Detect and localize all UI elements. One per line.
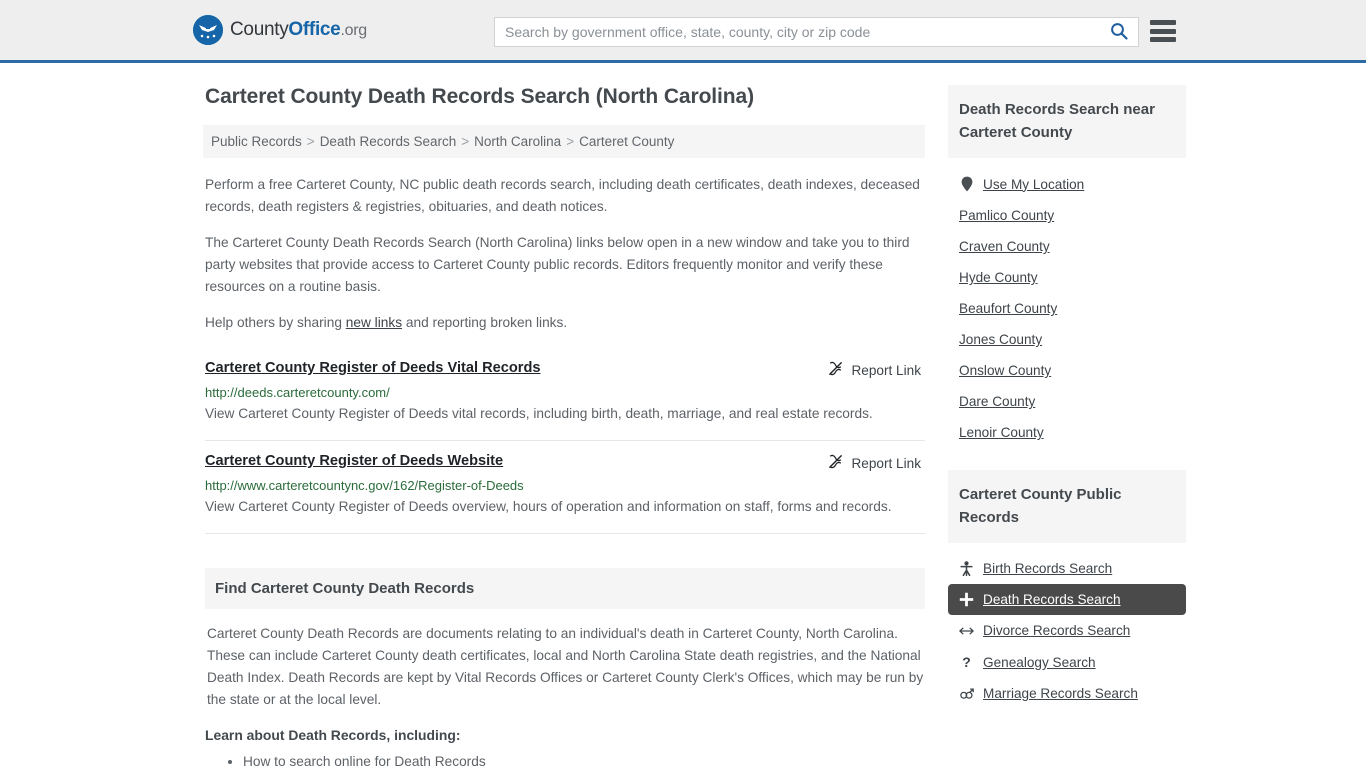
left-right-arrow-icon [959, 625, 974, 637]
section-heading-find-records: Find Carteret County Death Records [205, 568, 925, 609]
sidebar-item-county[interactable]: Jones County [948, 324, 1186, 355]
sidebar-item-genealogy-search[interactable]: ? Genealogy Search [948, 646, 1186, 678]
report-link-label: Report Link [851, 362, 921, 378]
broken-link-icon [827, 453, 844, 473]
breadcrumb-separator: > [461, 134, 470, 149]
hamburger-bar [1150, 28, 1176, 34]
logo-text-office: Office [288, 19, 341, 40]
sidebar-nearby-heading: Death Records Search near Carteret Count… [948, 85, 1186, 158]
sidebar-item-divorce-records-search[interactable]: Divorce Records Search [948, 615, 1186, 646]
sidebar-county-label[interactable]: Craven County [959, 239, 1050, 254]
help-paragraph: Help others by sharing new links and rep… [205, 312, 925, 334]
sidebar-nearby-list: Use My Location Pamlico County Craven Co… [948, 158, 1186, 448]
result-item: Carteret County Register of Deeds Vital … [205, 348, 925, 441]
sidebar-birth-records-label[interactable]: Birth Records Search [983, 561, 1112, 576]
site-header: CountyOffice.org [0, 0, 1366, 63]
breadcrumb-item-public-records[interactable]: Public Records [211, 134, 302, 149]
sidebar-item-county[interactable]: Beaufort County [948, 293, 1186, 324]
help-prefix: Help others by sharing [205, 315, 346, 330]
sidebar-county-label[interactable]: Dare County [959, 394, 1035, 409]
sidebar-item-county[interactable]: Hyde County [948, 262, 1186, 293]
male-female-symbol-icon [959, 687, 974, 701]
intro-paragraph-1: Perform a free Carteret County, NC publi… [205, 177, 920, 214]
sidebar-county-label[interactable]: Onslow County [959, 363, 1051, 378]
sidebar-item-death-records-search[interactable]: Death Records Search [948, 584, 1186, 615]
sidebar-item-county[interactable]: Onslow County [948, 355, 1186, 386]
breadcrumb-item-north-carolina[interactable]: North Carolina [474, 134, 561, 149]
sidebar-use-my-location-label[interactable]: Use My Location [983, 177, 1084, 192]
learn-about-heading: Learn about Death Records, including: [205, 727, 461, 743]
breadcrumb-item-carteret-county[interactable]: Carteret County [579, 134, 674, 149]
eagle-seal-icon [193, 15, 223, 45]
search-icon [1110, 22, 1128, 43]
sidebar-item-county[interactable]: Dare County [948, 386, 1186, 417]
sidebar-marriage-records-label[interactable]: Marriage Records Search [983, 686, 1138, 701]
main-content: Carteret County Death Records Search (No… [203, 85, 925, 768]
cross-plus-icon [959, 592, 974, 607]
sidebar-panel-nearby: Death Records Search near Carteret Count… [948, 85, 1186, 448]
page-title: Carteret County Death Records Search (No… [205, 85, 754, 108]
result-title-link[interactable]: Carteret County Register of Deeds Websit… [205, 453, 503, 469]
map-pin-icon [959, 176, 974, 192]
result-title-link[interactable]: Carteret County Register of Deeds Vital … [205, 360, 540, 376]
help-suffix: and reporting broken links. [402, 315, 568, 330]
result-description: View Carteret County Register of Deeds o… [205, 499, 892, 514]
sidebar-item-marriage-records-search[interactable]: Marriage Records Search [948, 678, 1186, 709]
sidebar-item-county[interactable]: Lenoir County [948, 417, 1186, 448]
list-item: How to search online for Death Records [243, 751, 925, 768]
section-paragraph: Carteret County Death Records are docume… [207, 626, 924, 707]
sidebar-county-label[interactable]: Jones County [959, 332, 1042, 347]
sidebar-item-county[interactable]: Craven County [948, 231, 1186, 262]
logo-wordmark: CountyOffice.org [230, 19, 367, 41]
hamburger-bar [1150, 20, 1176, 25]
breadcrumb-item-death-records-search[interactable]: Death Records Search [320, 134, 457, 149]
breadcrumb-separator: > [306, 134, 315, 149]
breadcrumb-separator: > [566, 134, 575, 149]
hamburger-bar [1150, 37, 1176, 42]
report-link-label: Report Link [851, 455, 921, 471]
learn-about-list: How to search online for Death Records [205, 751, 925, 768]
report-link-button[interactable]: Report Link [827, 453, 925, 473]
sidebar-panel-public-records: Carteret County Public Records Birth Rec… [948, 470, 1186, 709]
result-description: View Carteret County Register of Deeds v… [205, 406, 873, 421]
new-links-link[interactable]: new links [346, 315, 402, 330]
sidebar-public-records-heading: Carteret County Public Records [948, 470, 1186, 543]
result-url: http://www.carteretcountync.gov/162/Regi… [205, 478, 524, 493]
sidebar-divorce-records-label[interactable]: Divorce Records Search [983, 623, 1130, 638]
logo-text-org: .org [340, 22, 367, 39]
sidebar-public-records-list: Birth Records Search Death Records Searc… [948, 543, 1186, 709]
baby-icon [959, 561, 974, 576]
sidebar-item-use-my-location[interactable]: Use My Location [948, 168, 1186, 200]
sidebar: Death Records Search near Carteret Count… [948, 85, 1186, 768]
sidebar-county-label[interactable]: Beaufort County [959, 301, 1057, 316]
sidebar-item-birth-records-search[interactable]: Birth Records Search [948, 553, 1186, 584]
result-item: Carteret County Register of Deeds Websit… [205, 441, 925, 534]
intro-paragraph-2: The Carteret County Death Records Search… [205, 235, 910, 294]
search-input[interactable] [495, 18, 1100, 46]
search-button[interactable] [1100, 18, 1138, 46]
broken-link-icon [827, 360, 844, 380]
breadcrumb: Public Records > Death Records Search > Nort… [203, 125, 925, 158]
sidebar-county-label[interactable]: Pamlico County [959, 208, 1054, 223]
sidebar-county-label[interactable]: Hyde County [959, 270, 1038, 285]
question-mark-icon: ? [962, 654, 971, 670]
logo-text-county: County [230, 19, 289, 40]
page-body: Carteret County Death Records Search (No… [0, 63, 1366, 768]
hamburger-menu-icon[interactable] [1150, 20, 1176, 42]
sidebar-genealogy-label[interactable]: Genealogy Search [983, 655, 1096, 670]
sidebar-item-county[interactable]: Pamlico County [948, 200, 1186, 231]
report-link-button[interactable]: Report Link [827, 360, 925, 380]
site-logo[interactable]: CountyOffice.org [193, 15, 367, 45]
search-bar[interactable] [494, 17, 1139, 47]
section-body: Carteret County Death Records are docume… [205, 623, 925, 768]
sidebar-county-label[interactable]: Lenoir County [959, 425, 1044, 440]
sidebar-death-records-label[interactable]: Death Records Search [983, 592, 1121, 607]
result-url: http://deeds.carteretcounty.com/ [205, 385, 390, 400]
